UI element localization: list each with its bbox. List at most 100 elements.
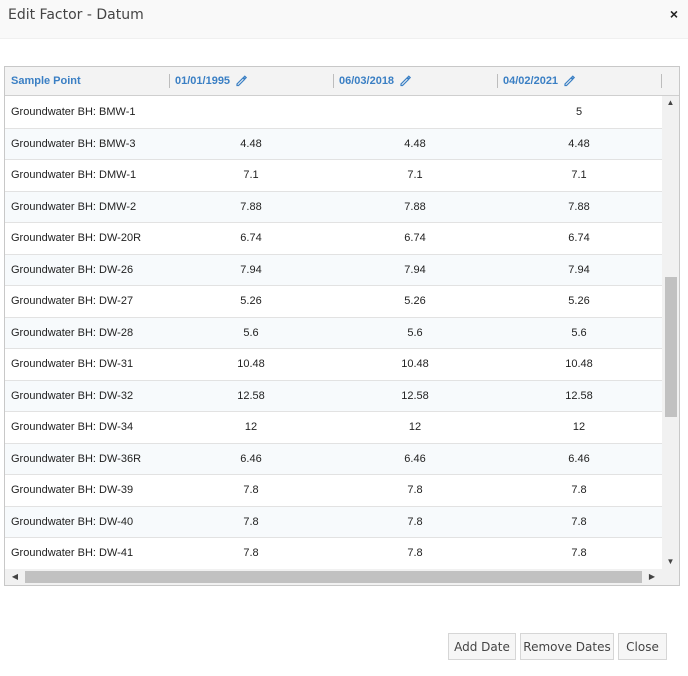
sample-point-cell: Groundwater BH: DW-20R	[11, 232, 142, 244]
scroll-left-icon[interactable]: ◀	[7, 569, 23, 585]
value-cell[interactable]: 7.8	[355, 507, 475, 537]
scroll-up-icon[interactable]: ▲	[662, 96, 679, 110]
table-row[interactable]: Groundwater BH: DW-39 7.8 7.8 7.8	[5, 475, 662, 507]
column-header-date-3[interactable]: 04/02/2021	[497, 67, 661, 95]
add-date-button[interactable]: Add Date	[448, 633, 516, 660]
value-cell[interactable]: 12	[519, 412, 639, 442]
pencil-icon[interactable]	[563, 75, 576, 87]
table-row[interactable]: Groundwater BH: DW-32 12.58 12.58 12.58	[5, 380, 662, 412]
sample-point-cell: Groundwater BH: DW-27	[11, 295, 134, 307]
value-cell[interactable]: 7.8	[191, 507, 311, 537]
vertical-scroll-thumb[interactable]	[665, 277, 677, 417]
value-cell[interactable]: 4.48	[519, 129, 639, 159]
grid-rows: Groundwater BH: BMW-1 5 Groundwater BH: BM…	[5, 97, 662, 569]
table-row[interactable]: Groundwater BH: DMW-2 7.88 7.88 7.88	[5, 191, 662, 223]
value-cell[interactable]: 7.8	[355, 538, 475, 568]
value-cell[interactable]: 12	[355, 412, 475, 442]
table-row[interactable]: Groundwater BH: DW-27 5.26 5.26 5.26	[5, 286, 662, 318]
vertical-scrollbar[interactable]: ▲ ▼	[662, 96, 679, 569]
value-cell[interactable]: 7.94	[519, 255, 639, 285]
value-cell[interactable]: 6.46	[519, 444, 639, 474]
value-cell[interactable]: 7.88	[355, 192, 475, 222]
scrollbar-corner	[662, 569, 679, 585]
value-cell[interactable]: 5	[519, 97, 639, 127]
value-cell[interactable]: 7.94	[355, 255, 475, 285]
value-cell[interactable]: 7.88	[519, 192, 639, 222]
value-cell[interactable]: 5.6	[355, 318, 475, 348]
sample-point-cell: Groundwater BH: DW-34	[11, 421, 134, 433]
value-cell[interactable]: 7.8	[519, 507, 639, 537]
table-row[interactable]: Groundwater BH: BMW-1 5	[5, 97, 662, 129]
table-row[interactable]: Groundwater BH: DW-34 12 12 12	[5, 412, 662, 444]
table-row[interactable]: Groundwater BH: DW-41 7.8 7.8 7.8	[5, 538, 662, 569]
dialog-titlebar: Edit Factor - Datum ×	[0, 0, 688, 39]
remove-dates-button[interactable]: Remove Dates	[520, 633, 614, 660]
column-header-sample-point[interactable]: Sample Point	[5, 67, 169, 95]
pencil-icon[interactable]	[399, 75, 412, 87]
sample-point-cell: Groundwater BH: DW-41	[11, 547, 134, 559]
value-cell[interactable]: 10.48	[191, 349, 311, 379]
column-header-label: 04/02/2021	[503, 75, 559, 87]
value-cell[interactable]: 5.6	[191, 318, 311, 348]
column-header-date-1[interactable]: 01/01/1995	[169, 67, 333, 95]
value-cell[interactable]: 7.1	[355, 160, 475, 190]
value-cell[interactable]: 6.74	[519, 223, 639, 253]
column-separator[interactable]	[169, 74, 170, 88]
sample-point-cell: Groundwater BH: DW-40	[11, 515, 134, 528]
value-cell[interactable]: 12.58	[191, 381, 311, 411]
value-cell[interactable]: 6.74	[355, 223, 475, 253]
close-button[interactable]: Close	[618, 633, 667, 660]
column-header-label: 06/03/2018	[339, 75, 395, 87]
column-separator[interactable]	[333, 74, 334, 88]
pencil-icon[interactable]	[235, 75, 248, 87]
column-header-label: Sample Point	[11, 75, 81, 87]
column-header-label: 01/01/1995	[175, 75, 231, 87]
table-row[interactable]: Groundwater BH: DW-26 7.94 7.94 7.94	[5, 254, 662, 286]
column-separator[interactable]	[497, 74, 498, 88]
value-cell[interactable]: 5.6	[519, 318, 639, 348]
close-icon[interactable]: ×	[670, 6, 678, 22]
value-cell[interactable]: 5.26	[519, 286, 639, 316]
table-row[interactable]: Groundwater BH: BMW-3 4.48 4.48 4.48	[5, 128, 662, 160]
grid-body: Groundwater BH: BMW-1 5 Groundwater BH: BM…	[5, 96, 662, 569]
horizontal-scrollbar[interactable]: ◀ ▶	[5, 569, 662, 585]
table-row[interactable]: Groundwater BH: DW-40 7.8 7.8 7.8	[5, 506, 662, 538]
value-cell[interactable]: 7.8	[355, 475, 475, 505]
value-cell[interactable]: 4.48	[355, 129, 475, 159]
column-separator[interactable]	[661, 74, 662, 88]
column-header-date-2[interactable]: 06/03/2018	[333, 67, 497, 95]
value-cell[interactable]: 10.48	[519, 349, 639, 379]
value-cell[interactable]: 12	[191, 412, 311, 442]
value-cell[interactable]: 7.1	[191, 160, 311, 190]
value-cell[interactable]: 7.8	[519, 538, 639, 568]
table-row[interactable]: Groundwater BH: DW-31 10.48 10.48 10.48	[5, 349, 662, 381]
value-cell[interactable]: 4.48	[191, 129, 311, 159]
value-cell[interactable]: 12.58	[355, 381, 475, 411]
scroll-down-icon[interactable]: ▼	[662, 555, 679, 569]
value-cell[interactable]: 12.58	[519, 381, 639, 411]
value-cell[interactable]: 5.26	[191, 286, 311, 316]
value-cell[interactable]: 7.1	[519, 160, 639, 190]
sample-point-cell: Groundwater BH: DW-36R	[11, 452, 142, 465]
table-row[interactable]: Groundwater BH: DMW-1 7.1 7.1 7.1	[5, 160, 662, 192]
value-cell[interactable]: 7.8	[191, 475, 311, 505]
value-cell[interactable]: 6.46	[191, 444, 311, 474]
table-row[interactable]: Groundwater BH: DW-36R 6.46 6.46 6.46	[5, 443, 662, 475]
sample-point-cell: Groundwater BH: DW-39	[11, 484, 134, 496]
value-cell[interactable]: 10.48	[355, 349, 475, 379]
table-row[interactable]: Groundwater BH: DW-28 5.6 5.6 5.6	[5, 317, 662, 349]
value-cell[interactable]: 7.94	[191, 255, 311, 285]
table-row[interactable]: Groundwater BH: DW-20R 6.74 6.74 6.74	[5, 223, 662, 255]
sample-point-cell: Groundwater BH: DW-31	[11, 358, 134, 370]
scroll-right-icon[interactable]: ▶	[644, 569, 660, 585]
value-cell[interactable]: 7.8	[519, 475, 639, 505]
sample-point-cell: Groundwater BH: BMW-3	[11, 137, 136, 150]
value-cell[interactable]: 6.46	[355, 444, 475, 474]
sample-point-cell: Groundwater BH: BMW-1	[11, 106, 136, 118]
value-cell[interactable]: 7.8	[191, 538, 311, 568]
value-cell[interactable]: 6.74	[191, 223, 311, 253]
value-cell[interactable]: 5.26	[355, 286, 475, 316]
sample-point-cell: Groundwater BH: DMW-2	[11, 200, 137, 213]
value-cell[interactable]: 7.88	[191, 192, 311, 222]
horizontal-scroll-thumb[interactable]	[25, 571, 642, 583]
